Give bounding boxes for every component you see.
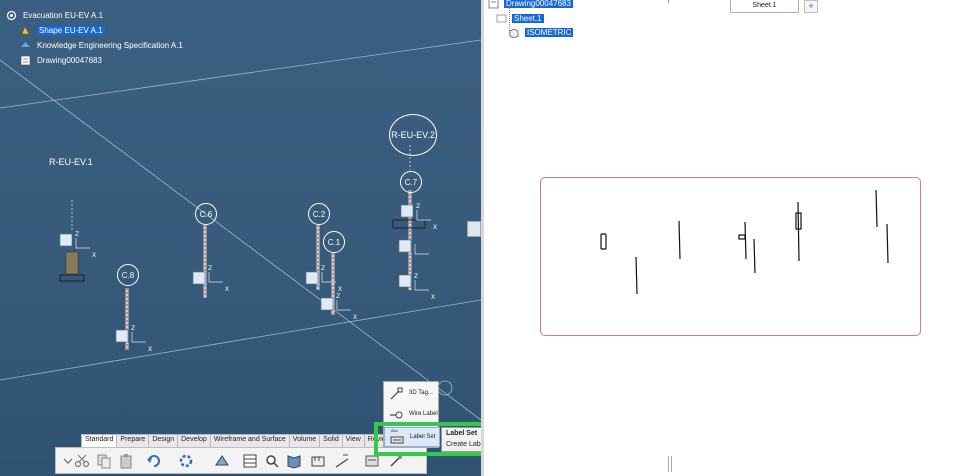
- tube-label: C.7: [400, 171, 422, 193]
- axis-z-label: Z: [416, 203, 420, 210]
- tree-connector: [509, 8, 511, 35]
- drawing-viewport[interactable]: Drawing00047683 Sheet.1 ISOMETRIC Sheet.…: [484, 0, 960, 476]
- sheet-tab[interactable]: Sheet.1: [730, 0, 799, 13]
- tube-label: C.1: [323, 231, 345, 253]
- station-label-circle: R-EU-EV.2: [389, 114, 437, 156]
- tube-label: C.6: [195, 203, 217, 225]
- flyout-item-label: Wire Label: [409, 411, 438, 417]
- isometric-view-geometry: [600, 189, 889, 295]
- axis-x-label: X: [148, 346, 152, 353]
- knowledge-spec-icon: [20, 40, 31, 51]
- drawing-icon: [488, 0, 499, 9]
- tab-develop[interactable]: Develop: [177, 434, 211, 448]
- shape-icon: [20, 25, 31, 36]
- table-icon[interactable]: [242, 453, 258, 469]
- tube-shape: [744, 221, 747, 260]
- view-marker: [668, 0, 669, 3]
- cube-markers: [59, 204, 414, 343]
- action-bar: [55, 447, 427, 474]
- construction-line: [0, 299, 481, 381]
- 3d-tag-icon: [390, 387, 403, 400]
- tube-shape: [875, 189, 878, 228]
- axis-z-label: Z: [321, 265, 325, 272]
- update-icon[interactable]: [178, 453, 194, 469]
- tab-view[interactable]: View: [341, 434, 365, 448]
- tree-item-label: Knowledge Engineering Specification A.1: [37, 41, 183, 50]
- axis-z-label: Z: [131, 325, 135, 332]
- drawing-tree-sheet[interactable]: Sheet.1: [496, 13, 544, 24]
- tab-solid[interactable]: Solid: [319, 434, 343, 448]
- drawing-tree-view[interactable]: ISOMETRIC: [508, 27, 574, 38]
- drawing-icon: [20, 55, 31, 66]
- tree-root-label: Evacuation EU-EV A.1: [23, 11, 104, 20]
- tree-root[interactable]: Evacuation EU-EV A.1: [6, 8, 183, 23]
- axis-x-label: X: [338, 286, 342, 293]
- tube-shape: [635, 256, 638, 295]
- tab-design[interactable]: Design: [148, 434, 179, 448]
- flyout-item-label: 3D Tag...: [409, 390, 433, 396]
- small-shape: [738, 234, 746, 240]
- product-icon: [6, 10, 17, 21]
- wire-label-icon: [390, 411, 403, 419]
- tree-item-shape[interactable]: Shape EU-EV A.1: [6, 23, 183, 38]
- axis-x-label: X: [433, 224, 437, 231]
- drawing-tree-label: Drawing00047683: [504, 0, 573, 8]
- axis-z-label: Z: [414, 273, 418, 280]
- measure-icon[interactable]: [310, 453, 326, 469]
- drawing-tree-root[interactable]: Drawing00047683: [488, 0, 573, 9]
- undo-icon[interactable]: [146, 453, 162, 469]
- axis-z-label: Z: [208, 265, 212, 272]
- axis-x-label: X: [353, 314, 357, 321]
- search-icon[interactable]: [264, 453, 280, 469]
- tree-item-label: Drawing00047683: [37, 56, 102, 65]
- panel-toggle-button[interactable]: [467, 221, 481, 237]
- tree-item-label: Shape EU-EV A.1: [37, 26, 105, 35]
- sheet-icon: [496, 14, 507, 23]
- tab-standard[interactable]: Standard: [81, 434, 118, 448]
- toolbar-tabs: Standard Prepare Design Develop Wirefram…: [81, 434, 395, 448]
- drawing-tree-label: Sheet.1: [512, 14, 544, 23]
- tab-wireframe-surface[interactable]: Wireframe and Surface: [209, 434, 290, 448]
- axis-x-label: X: [92, 252, 96, 259]
- specification-tree: Evacuation EU-EV A.1 Shape EU-EV A.1 Kno…: [6, 8, 183, 68]
- book-icon[interactable]: [286, 453, 302, 469]
- flyout-item-3d-tag[interactable]: 3D Tag...: [384, 384, 440, 404]
- add-sheet-button[interactable]: +: [804, 0, 818, 13]
- tube-shape: [753, 238, 756, 274]
- tube-shape: [678, 220, 681, 260]
- tube-shape: [886, 223, 889, 264]
- station-left-column: [59, 145, 411, 282]
- station-label: R-EU-EV.1: [49, 157, 93, 167]
- fly-mode-icon[interactable]: [214, 453, 230, 469]
- drawing-tree-label: ISOMETRIC: [525, 28, 574, 37]
- annotation-icon[interactable]: [334, 453, 350, 469]
- axis-z-label: Z: [75, 231, 79, 238]
- axis-z-label: Z: [336, 293, 340, 300]
- tree-item-knowledge[interactable]: Knowledge Engineering Specification A.1: [6, 38, 183, 53]
- paste-icon[interactable]: [118, 453, 134, 469]
- tube-label: C.2: [308, 203, 330, 225]
- cut-icon[interactable]: [74, 453, 90, 469]
- copy-icon[interactable]: [96, 453, 112, 469]
- axis-x-label: X: [225, 286, 229, 293]
- tube-shape: [797, 201, 800, 262]
- tab-volume[interactable]: Volume: [288, 434, 321, 448]
- tab-prepare[interactable]: Prepare: [116, 434, 150, 448]
- station-left-shape: [600, 233, 607, 250]
- scroll-handle[interactable]: [668, 456, 672, 472]
- axis-x-label: X: [431, 294, 435, 301]
- tube-label: C.8: [117, 264, 139, 286]
- tree-item-drawing[interactable]: Drawing00047683: [6, 53, 183, 68]
- 3d-viewport[interactable]: Z X Z X Z X Z X Z X Z X Z X Evacuation E…: [0, 0, 481, 476]
